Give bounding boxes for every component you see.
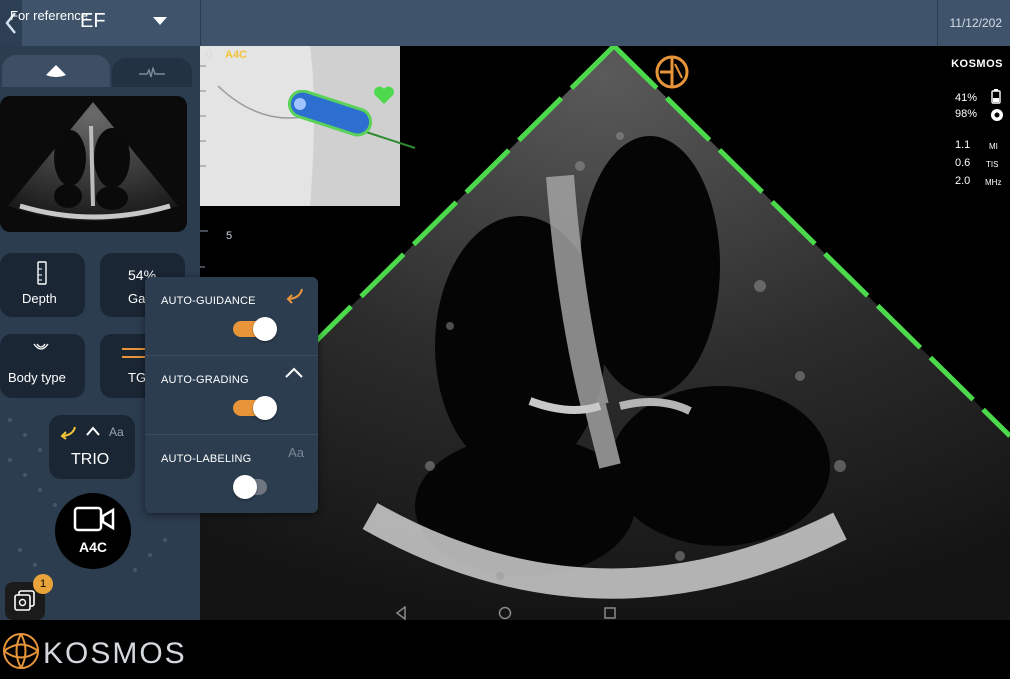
recents-square-icon[interactable]: [603, 606, 617, 620]
text-aa-icon: Aa: [288, 445, 304, 460]
kosmos-logo-icon: [3, 633, 39, 669]
auto-grading-label: AUTO-GRADING: [161, 374, 249, 386]
depth-label: Depth: [22, 291, 57, 306]
frequency-unit: MHz: [985, 178, 1002, 187]
guidance-arrow-icon: [286, 288, 303, 304]
ecg-wave-icon: [139, 66, 165, 77]
back-button[interactable]: [0, 0, 22, 46]
body-type-label: Body type: [8, 370, 66, 385]
auto-grading-row: AUTO-GRADING: [145, 356, 318, 435]
depth-tick-label: 0: [206, 49, 213, 61]
chevron-up-icon: [86, 426, 100, 436]
gain-label: Ga: [128, 291, 146, 306]
count-badge: 1: [33, 574, 53, 594]
toggle-knob: [253, 396, 277, 420]
reference-echo-image: [8, 102, 178, 221]
tis-value: 0.6: [955, 157, 971, 169]
auto-labeling-row: AUTO-LABELING Aa: [145, 435, 318, 513]
toggle-knob: [233, 475, 257, 499]
auto-labeling-toggle[interactable]: [233, 475, 267, 499]
storage-level: 98%: [955, 108, 978, 120]
trio-button[interactable]: Aa TRIO: [49, 415, 135, 479]
image-stack-icon: [14, 590, 35, 611]
view-button-label: A4C: [78, 539, 107, 555]
auto-grading-toggle[interactable]: [233, 396, 277, 420]
body-type-button[interactable]: Body type: [0, 334, 85, 398]
tab-ecg[interactable]: [112, 58, 192, 87]
tgc-label: TG: [128, 370, 147, 385]
home-circle-icon[interactable]: [498, 606, 512, 620]
toggle-knob: [253, 317, 277, 341]
date-display: 11/12/202: [949, 16, 1003, 30]
brand-wordmark: KOSMOS: [43, 637, 187, 670]
heart-icon: [374, 86, 394, 104]
mi-unit: MI: [989, 142, 998, 151]
probe-sector-icon: [46, 65, 66, 77]
probe-icon: [287, 90, 416, 149]
reference-label: For reference: [10, 8, 89, 23]
depth-ruler-icon: [37, 261, 47, 285]
frequency-value: 2.0: [955, 175, 971, 187]
back-triangle-icon[interactable]: [395, 606, 407, 620]
tis-unit: TIS: [986, 160, 999, 169]
chevron-up-icon: [285, 367, 303, 378]
battery-icon: [991, 89, 1001, 104]
mode-selector[interactable]: [22, 0, 201, 46]
view-record-button[interactable]: A4C: [55, 493, 131, 569]
auto-guidance-row: AUTO-GUIDANCE: [145, 277, 318, 356]
divider: [937, 0, 938, 46]
auto-guidance-label: AUTO-GUIDANCE: [161, 295, 256, 307]
battery-level: 41%: [955, 92, 978, 104]
ai-features-popup: AUTO-GUIDANCE AUTO-GRADING AUTO-LABELING…: [145, 277, 318, 513]
text-aa-icon: Aa: [109, 425, 124, 439]
temperature-icon: [991, 109, 1003, 121]
chevron-down-icon[interactable]: [152, 14, 168, 32]
auto-guidance-toggle[interactable]: [233, 317, 277, 341]
depth-button[interactable]: Depth: [0, 253, 85, 317]
orientation-marker-icon[interactable]: [654, 54, 690, 90]
signal-arcs-icon: [33, 343, 49, 350]
video-camera-icon: [73, 506, 115, 532]
tab-imaging[interactable]: [2, 55, 110, 87]
reference-image: [0, 96, 187, 232]
brand-label: KOSMOS: [951, 58, 1003, 70]
mi-value: 1.1: [955, 139, 971, 151]
trio-label: TRIO: [71, 451, 110, 468]
view-badge: A4C: [225, 49, 248, 61]
auto-labeling-label: AUTO-LABELING: [161, 453, 252, 465]
guidance-arrow-icon: [60, 426, 76, 440]
